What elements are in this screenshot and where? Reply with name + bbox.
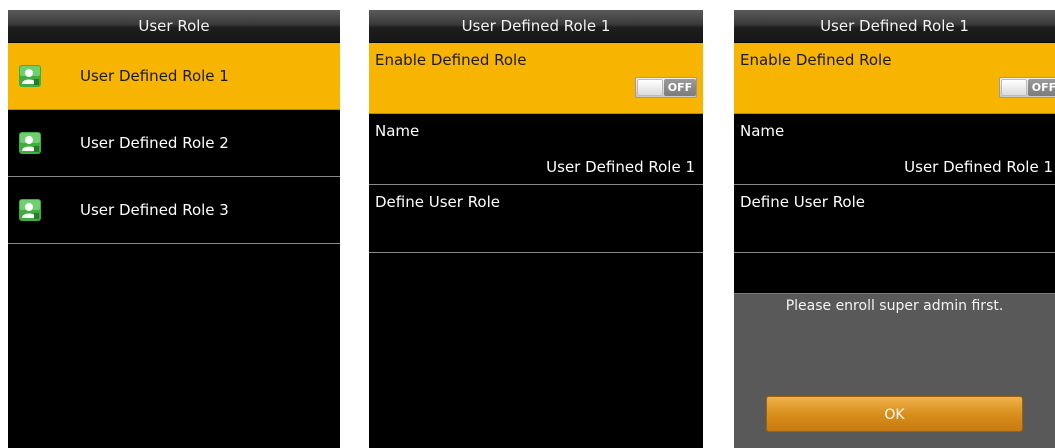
name-value: User Defined Role 1	[904, 158, 1053, 176]
enable-role-toggle[interactable]: OFF	[999, 77, 1055, 98]
screen-title: User Defined Role 1	[369, 10, 703, 43]
enable-defined-role-label: Enable Defined Role	[740, 51, 892, 69]
dialog-message: Please enroll super admin first.	[785, 298, 1004, 314]
role-settings-screen: User Defined Role 1 Enable Defined Role …	[369, 10, 703, 448]
toggle-state-label: OFF	[664, 79, 696, 96]
define-user-role-row[interactable]: Define User Role	[734, 185, 1055, 253]
menu-item-label: User Defined Role 2	[80, 134, 229, 152]
name-value: User Defined Role 1	[546, 158, 695, 176]
enable-role-toggle[interactable]: OFF	[635, 77, 697, 98]
menu-item-label: User Defined Role 3	[80, 201, 229, 219]
toggle-knob	[1001, 79, 1027, 96]
menu-item-user-defined-role-1[interactable]: User Defined Role 1	[8, 43, 340, 110]
screen-title: User Role	[8, 10, 340, 43]
user-role-icon	[19, 199, 41, 221]
menu-item-user-defined-role-2[interactable]: User Defined Role 2	[8, 110, 340, 177]
define-user-role-label: Define User Role	[375, 193, 501, 211]
name-label: Name	[375, 122, 420, 140]
user-role-icon	[19, 132, 41, 154]
menu-item-user-defined-role-3[interactable]: User Defined Role 3	[8, 177, 340, 244]
define-user-role-row[interactable]: Define User Role	[369, 185, 703, 253]
enable-defined-role-row[interactable]: Enable Defined Role OFF	[734, 43, 1055, 114]
user-role-icon	[19, 65, 41, 87]
alert-dialog: Please enroll super admin first. OK	[734, 293, 1055, 448]
screen-title: User Defined Role 1	[734, 10, 1055, 43]
menu-item-label: User Defined Role 1	[80, 67, 229, 85]
define-user-role-label: Define User Role	[740, 193, 866, 211]
name-row[interactable]: Name User Defined Role 1	[369, 114, 703, 185]
toggle-knob	[637, 79, 663, 96]
toggle-state-label: OFF	[1028, 79, 1055, 96]
enable-defined-role-row[interactable]: Enable Defined Role OFF	[369, 43, 703, 114]
name-row[interactable]: Name User Defined Role 1	[734, 114, 1055, 185]
ok-button[interactable]: OK	[766, 396, 1023, 432]
enable-defined-role-label: Enable Defined Role	[375, 51, 527, 69]
name-label: Name	[740, 122, 785, 140]
user-role-screen: User Role User Defined Role 1 User Defin…	[8, 10, 340, 448]
role-settings-dialog-screen: User Defined Role 1 Enable Defined Role …	[734, 10, 1055, 448]
